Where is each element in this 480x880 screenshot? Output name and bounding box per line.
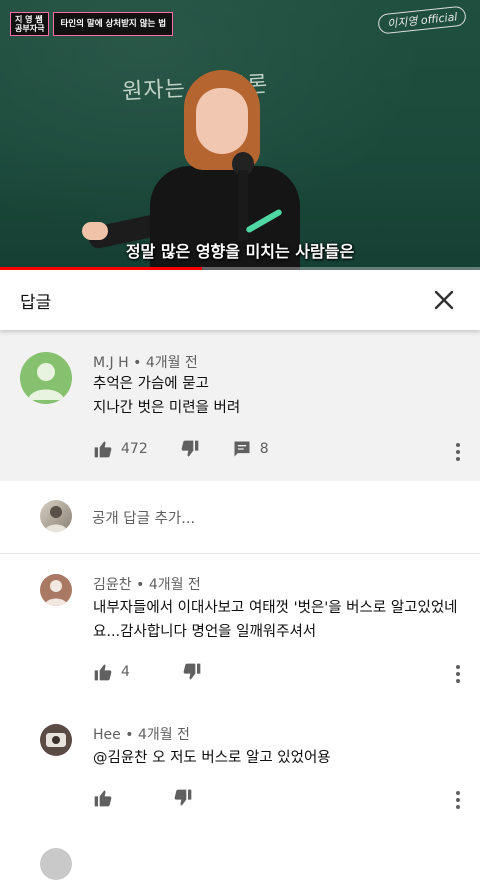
replies-title: 답글 — [20, 293, 52, 313]
video-subtitle: 정말 많은 영향을 미치는 사람들은 — [125, 242, 355, 261]
add-reply-row[interactable]: 공개 답글 추가... — [0, 481, 480, 554]
comment-actions: 472 8 — [93, 439, 269, 459]
comment-meta: Hee • 4개월 전 — [93, 724, 190, 744]
close-button[interactable] — [426, 282, 462, 318]
like-button[interactable] — [93, 788, 113, 808]
default-avatar-icon — [44, 580, 68, 606]
parent-comment: M.J H • 4개월 전 추억은 가슴에 묻고 지나간 벗은 미련을 버려 4… — [0, 330, 480, 481]
more-options-button[interactable] — [450, 788, 466, 812]
thumbs-up-icon — [94, 790, 112, 807]
like-button[interactable]: 472 — [93, 439, 148, 459]
reply-comment: Hee • 4개월 전 @김윤찬 오 저도 버스로 알고 있었어용 — [0, 714, 480, 880]
comment-line: 추억은 가슴에 묻고 — [93, 376, 209, 392]
dislike-button[interactable] — [180, 439, 200, 459]
reply-count: 8 — [259, 441, 269, 457]
reply-comment: 김윤찬 • 4개월 전 내부자들에서 이대사보고 여태껏 '벗은'을 버스로 알… — [0, 554, 480, 714]
comment-line: @김윤찬 오 저도 버스로 알고 있었어용 — [93, 750, 331, 766]
avatar[interactable] — [20, 352, 72, 404]
more-vert-icon — [456, 443, 460, 461]
user-photo-icon — [44, 506, 68, 532]
comment-icon — [234, 441, 250, 457]
like-button[interactable]: 4 — [93, 662, 130, 682]
comment-meta: M.J H • 4개월 전 — [93, 352, 198, 372]
thumbs-up-icon — [94, 664, 112, 681]
thumbs-up-icon — [94, 441, 112, 458]
badge-line2: 공부자극 — [15, 24, 45, 33]
comment-time: 4개월 전 — [137, 727, 190, 743]
default-avatar-icon — [28, 363, 64, 400]
comment-author[interactable]: 김윤찬 — [93, 577, 132, 593]
avatar[interactable] — [40, 848, 72, 880]
close-icon — [434, 290, 454, 310]
reply-count-button[interactable]: 8 — [232, 439, 269, 459]
replies-header: 답글 — [0, 270, 480, 330]
comment-line: 요...감사합니다 명언을 일깨워주셔서 — [93, 624, 317, 640]
comment-actions — [93, 788, 193, 808]
comment-text: @김윤찬 오 저도 버스로 알고 있었어용 — [93, 746, 331, 770]
more-vert-icon — [456, 665, 460, 683]
lecturer-face — [196, 88, 248, 154]
avatar[interactable] — [40, 724, 72, 756]
more-options-button[interactable] — [450, 440, 466, 464]
thumbs-down-icon — [174, 789, 192, 806]
comment-meta: 김윤찬 • 4개월 전 — [93, 574, 201, 594]
meta-separator: • — [133, 355, 146, 371]
meta-separator: • — [125, 727, 138, 743]
like-count: 4 — [121, 664, 130, 680]
comment-author[interactable]: M.J H — [93, 355, 129, 371]
comment-time: 4개월 전 — [148, 577, 201, 593]
comment-actions: 4 — [93, 662, 202, 682]
dislike-button[interactable] — [182, 662, 202, 682]
thumbs-down-icon — [183, 663, 201, 680]
like-count: 472 — [121, 441, 148, 457]
video-badge: 지 영 쌤 공부자극 타인의 말에 상처받지 않는 법 — [10, 12, 174, 36]
meta-separator: • — [136, 577, 149, 593]
user-photo-icon — [46, 733, 66, 747]
comment-text: 추억은 가슴에 묻고 지나간 벗은 미련을 버려 — [93, 372, 240, 420]
reply-input[interactable]: 공개 답글 추가... — [92, 507, 195, 528]
comment-line: 내부자들에서 이대사보고 여태껏 '벗은'을 버스로 알고있었네 — [93, 600, 458, 616]
video-title-badge: 타인의 말에 상처받지 않는 법 — [53, 12, 174, 36]
comment-author[interactable]: Hee — [93, 727, 121, 743]
dislike-button[interactable] — [173, 788, 193, 808]
badge-line1: 지 영 쌤 — [15, 15, 43, 24]
avatar — [40, 500, 72, 532]
comment-time: 4개월 전 — [145, 355, 198, 371]
comment-text: 내부자들에서 이대사보고 여태껏 '벗은'을 버스로 알고있었네 요...감사합… — [93, 596, 458, 644]
more-vert-icon — [456, 791, 460, 809]
avatar[interactable] — [40, 574, 72, 606]
video-player[interactable]: 지 영 쌤 공부자극 타인의 말에 상처받지 않는 법 이지영 official… — [0, 0, 480, 270]
thumbs-down-icon — [181, 440, 199, 457]
more-options-button[interactable] — [450, 662, 466, 686]
badge-label: 지 영 쌤 공부자극 — [10, 12, 50, 36]
comment-line: 지나간 벗은 미련을 버려 — [93, 400, 241, 416]
